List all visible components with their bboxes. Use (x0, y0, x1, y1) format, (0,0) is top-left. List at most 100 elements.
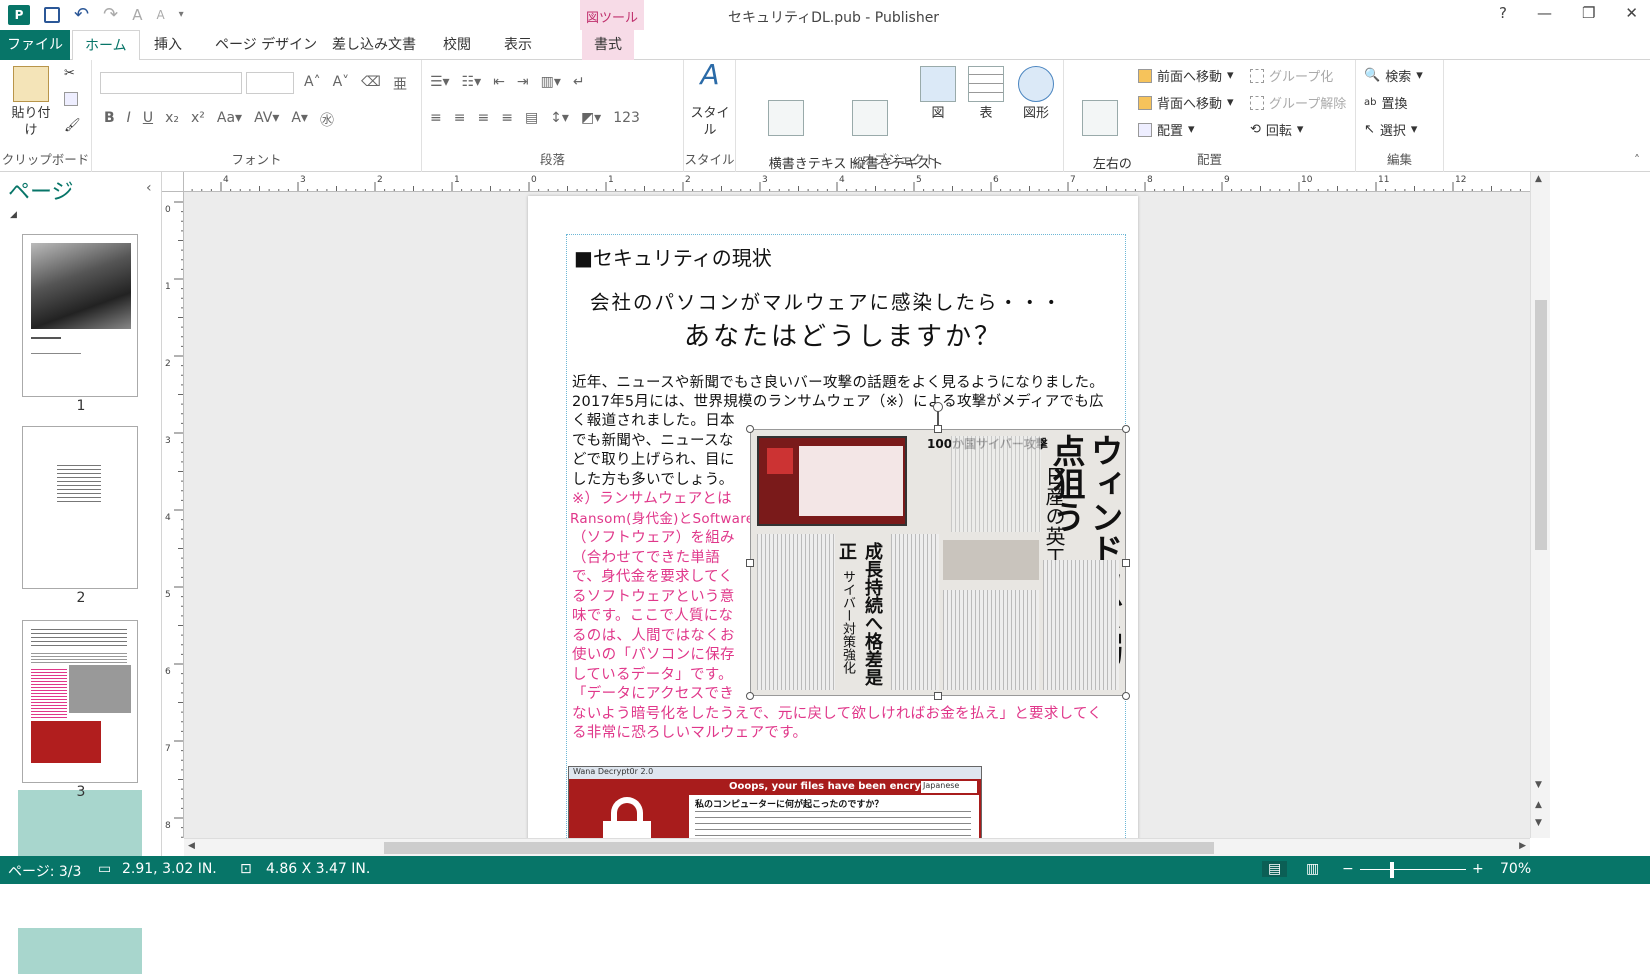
customize-qat-icon[interactable]: ▾ (179, 9, 184, 20)
zoom-slider-track[interactable] (1360, 869, 1466, 870)
send-backward-button[interactable]: 背面へ移動 ▾ (1138, 93, 1234, 112)
help-button[interactable]: ? (1499, 4, 1507, 22)
vertical-ruler[interactable]: 0 1 2 3 4 5 6 7 8 (162, 192, 184, 838)
underline-icon[interactable]: U (143, 110, 153, 130)
clear-format-icon[interactable]: ⌫ (361, 74, 381, 94)
ungroup-button[interactable]: グループ解除 (1250, 93, 1346, 112)
horizontal-scroll-thumb[interactable] (384, 842, 1214, 854)
subscript-icon[interactable]: x₂ (165, 110, 179, 130)
page-thumbnail-1[interactable] (22, 234, 138, 397)
scroll-left-icon[interactable]: ◀ (188, 841, 195, 851)
find-button[interactable]: 🔍 検索 ▾ (1364, 66, 1423, 85)
table-button[interactable]: 表 (966, 66, 1006, 122)
picture-button[interactable]: 図 (918, 66, 958, 122)
scroll-down-icon[interactable]: ▼ (1535, 780, 1542, 790)
document-canvas[interactable]: ■セキュリティの現状 会社のパソコンがマルウェアに感染したら・・・ あなたはどう… (184, 192, 1530, 838)
publication-page[interactable]: ■セキュリティの現状 会社のパソコンがマルウェアに感染したら・・・ あなたはどう… (528, 196, 1138, 838)
tab-insert[interactable]: 挿入 (142, 30, 194, 60)
format-painter-icon[interactable]: 🖌 (64, 118, 81, 133)
expand-section-icon[interactable]: ◢ (10, 210, 17, 220)
resize-handle-se[interactable] (1122, 692, 1130, 700)
resize-handle-ne[interactable] (1122, 425, 1130, 433)
prev-page-icon[interactable]: ▲ (1535, 800, 1542, 810)
enclose-char-icon[interactable]: ㊌ (320, 110, 334, 130)
align-button[interactable]: 配置 ▾ (1138, 120, 1195, 139)
vertical-scrollbar[interactable]: ▲ ▼ ▲ ▼ (1530, 172, 1550, 838)
number-format-icon[interactable]: 123 (613, 110, 640, 126)
copy-icon[interactable] (64, 92, 78, 106)
shading-icon[interactable]: ◩▾ (581, 110, 601, 126)
phonetic-icon[interactable]: 亜 (393, 74, 407, 94)
minimize-button[interactable]: — (1537, 4, 1552, 22)
tab-format[interactable]: 書式 (582, 30, 634, 60)
vertical-scroll-thumb[interactable] (1535, 300, 1547, 550)
increase-indent-icon[interactable]: ⇥ (517, 74, 529, 90)
tab-view[interactable]: 表示 (492, 30, 544, 60)
select-button[interactable]: ↖ 選択 ▾ (1364, 120, 1417, 139)
resize-handle-sw[interactable] (746, 692, 754, 700)
bring-forward-button[interactable]: 前面へ移動 ▾ (1138, 66, 1234, 85)
horizontal-ruler[interactable]: 4 3 2 1 0 1 2 3 4 5 6 7 8 9 10 11 12 (162, 172, 1530, 192)
tab-file[interactable]: ファイル (0, 30, 70, 60)
rotate-button[interactable]: ⟲ 回転 ▾ (1250, 120, 1303, 139)
style-button[interactable]: A スタイル (686, 61, 734, 139)
collapse-pane-icon[interactable]: ‹ (146, 180, 152, 196)
shrink-font-icon[interactable]: A (156, 8, 164, 22)
bold-icon[interactable]: B (104, 110, 115, 130)
close-button[interactable]: ✕ (1625, 4, 1638, 22)
font-size-combo[interactable] (246, 72, 294, 94)
italic-icon[interactable]: I (127, 110, 131, 130)
justify-icon[interactable]: ≡ (501, 110, 513, 126)
resize-handle-w[interactable] (746, 559, 754, 567)
status-page[interactable]: ページ: 3/3 (8, 861, 81, 881)
shrink-font-icon[interactable]: A˅ (333, 74, 350, 94)
page-thumbnail-2[interactable] (22, 426, 138, 589)
restore-button[interactable]: ❐ (1582, 4, 1595, 22)
scroll-up-icon[interactable]: ▲ (1535, 174, 1542, 184)
distributed-icon[interactable]: ▤ (525, 110, 538, 126)
zoom-out-icon[interactable]: − (1342, 861, 1354, 877)
columns-icon[interactable]: ▥▾ (541, 74, 561, 90)
next-page-icon[interactable]: ▼ (1535, 818, 1542, 828)
tab-mailings[interactable]: 差し込み文書 (320, 30, 428, 60)
single-page-view-icon[interactable]: ▤ (1262, 861, 1288, 877)
cut-icon[interactable]: ✂ (64, 66, 75, 81)
group-button[interactable]: グループ化 (1250, 66, 1333, 85)
tab-home[interactable]: ホーム (72, 30, 140, 61)
line-spacing-icon[interactable]: ↕▾ (550, 110, 569, 126)
two-page-view-icon[interactable]: ▥ (1306, 861, 1319, 877)
zoom-level[interactable]: 70% (1500, 861, 1531, 877)
zoom-in-icon[interactable]: + (1472, 861, 1484, 877)
decrease-indent-icon[interactable]: ⇤ (493, 74, 505, 90)
resize-handle-nw[interactable] (746, 425, 754, 433)
resize-handle-e[interactable] (1122, 559, 1130, 567)
align-center-icon[interactable]: ≡ (454, 110, 466, 126)
shapes-button[interactable]: 図形 (1014, 66, 1058, 122)
zoom-slider-thumb[interactable] (1390, 862, 1394, 878)
replace-button[interactable]: ab 置換 (1364, 93, 1408, 112)
grow-font-icon[interactable]: A (132, 6, 142, 24)
numbering-icon[interactable]: ☷▾ (462, 74, 482, 90)
font-name-combo[interactable] (100, 72, 242, 94)
redo-icon[interactable]: ↷ (103, 4, 118, 25)
char-spacing-icon[interactable]: AV▾ (254, 110, 279, 130)
grow-font-icon[interactable]: A˄ (304, 74, 321, 94)
horizontal-scrollbar[interactable]: ◀ ▶ (184, 838, 1530, 856)
resize-handle-n[interactable] (934, 425, 942, 433)
resize-handle-s[interactable] (934, 692, 942, 700)
change-case-icon[interactable]: Aa▾ (217, 110, 242, 130)
tab-page-design[interactable]: ページ デザイン (203, 30, 329, 60)
align-left-icon[interactable]: ≡ (430, 110, 442, 126)
bullets-icon[interactable]: ☰▾ (430, 74, 450, 90)
save-icon[interactable] (44, 6, 60, 23)
collapse-ribbon-icon[interactable]: ˄ (1634, 153, 1640, 167)
undo-icon[interactable]: ↶ (74, 4, 89, 25)
align-right-icon[interactable]: ≡ (477, 110, 489, 126)
scroll-right-icon[interactable]: ▶ (1519, 841, 1526, 851)
tab-review[interactable]: 校閲 (431, 30, 483, 60)
ransomware-screenshot[interactable]: Wana Decrypt0r 2.0 Ooops, your files hav… (568, 766, 982, 838)
line-break-icon[interactable]: ↵ (573, 74, 585, 90)
paste-button[interactable]: 貼り付け (6, 66, 56, 139)
superscript-icon[interactable]: x² (191, 110, 205, 130)
rotate-handle[interactable] (933, 402, 943, 412)
